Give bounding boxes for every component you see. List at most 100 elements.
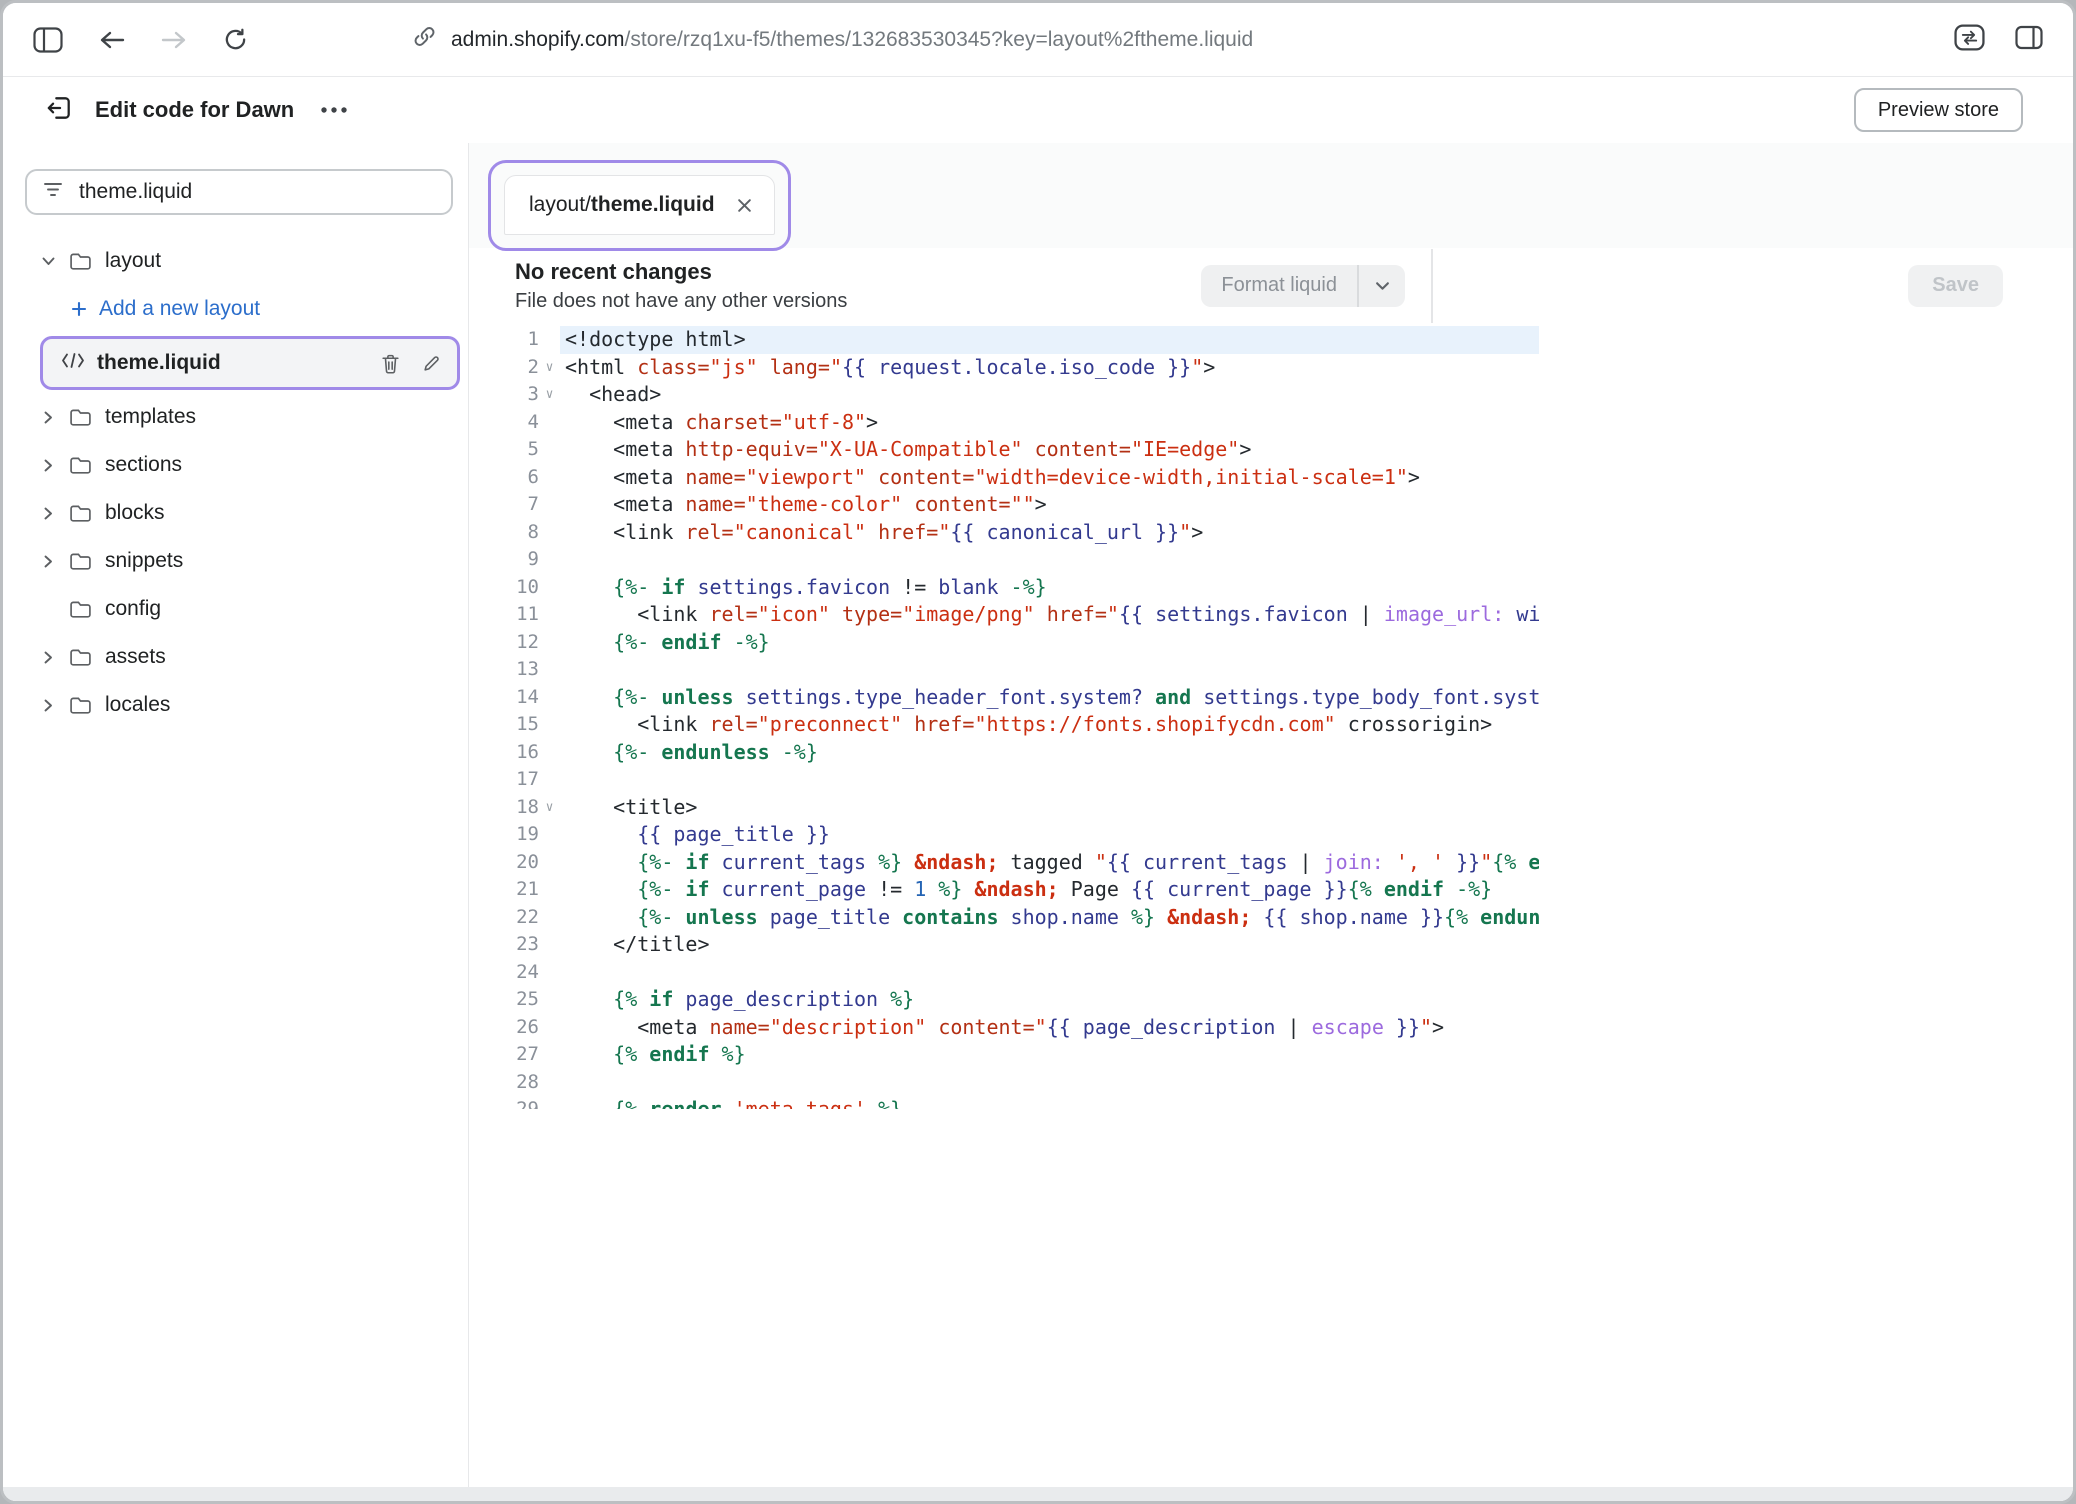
sidebar-item-label: templates xyxy=(105,405,196,429)
code-line[interactable]: 4 <meta charset="utf-8"> xyxy=(489,409,1539,437)
code-line[interactable]: 9 xyxy=(489,546,1539,574)
format-options-chevron-icon[interactable] xyxy=(1359,265,1405,307)
code-line[interactable]: 29 {% render 'meta-tags' %} xyxy=(489,1096,1539,1109)
extensions-icon[interactable] xyxy=(1954,24,1985,56)
chevron-right-icon[interactable] xyxy=(41,699,55,712)
sidebar-item-theme-liquid[interactable]: theme.liquid xyxy=(40,336,460,390)
code-text: {%- if current_page != 1 %} &ndash; Page… xyxy=(560,876,1539,904)
back-icon[interactable] xyxy=(99,29,125,51)
save-button[interactable]: Save xyxy=(1908,265,2003,307)
sidebar-item-assets[interactable]: assets xyxy=(25,633,460,681)
code-line[interactable]: 18∨ <title> xyxy=(489,794,1539,822)
search-input[interactable] xyxy=(77,179,435,205)
code-line[interactable]: 23 </title> xyxy=(489,931,1539,959)
fold-spacer xyxy=(539,409,560,437)
forward-icon[interactable] xyxy=(161,29,187,51)
code-line[interactable]: 12 {%- endif -%} xyxy=(489,629,1539,657)
file-search-box[interactable] xyxy=(25,169,453,215)
reload-icon[interactable] xyxy=(223,27,248,52)
chevron-right-icon[interactable] xyxy=(41,459,55,472)
code-line[interactable]: 17 xyxy=(489,766,1539,794)
code-line[interactable]: 13 xyxy=(489,656,1539,684)
fold-spacer xyxy=(539,491,560,519)
sidebar-item-label: layout xyxy=(105,249,161,273)
code-line[interactable]: 7 <meta name="theme-color" content=""> xyxy=(489,491,1539,519)
code-line[interactable]: 11 <link rel="icon" type="image/png" hre… xyxy=(489,601,1539,629)
fold-spacer xyxy=(539,1069,560,1097)
line-number: 21 xyxy=(489,876,539,904)
chevron-right-icon[interactable] xyxy=(41,651,55,664)
code-text: {%- unless page_title contains shop.name… xyxy=(560,904,1539,932)
code-line[interactable]: 28 xyxy=(489,1069,1539,1097)
fold-spacer xyxy=(539,436,560,464)
exit-icon[interactable] xyxy=(45,94,73,127)
more-actions-icon[interactable] xyxy=(320,106,348,114)
chevron-right-icon[interactable] xyxy=(41,555,55,568)
fold-chevron-icon[interactable]: ∨ xyxy=(539,794,560,822)
chevron-down-icon[interactable] xyxy=(41,257,55,266)
add-new-layout-link[interactable]: Add a new layout xyxy=(25,285,460,333)
sidebar-item-config[interactable]: config xyxy=(25,585,460,633)
line-number: 29 xyxy=(489,1096,539,1109)
code-text: {%- endif -%} xyxy=(560,629,1539,657)
tab-layout-theme-liquid[interactable]: layout/theme.liquid xyxy=(504,175,775,235)
code-line[interactable]: 14 {%- unless settings.type_header_font.… xyxy=(489,684,1539,712)
line-number: 26 xyxy=(489,1014,539,1042)
sidebar-toggle-icon[interactable] xyxy=(33,27,63,53)
close-tab-icon[interactable] xyxy=(737,198,752,213)
code-line[interactable]: 24 xyxy=(489,959,1539,987)
tab-strip: layout/theme.liquid xyxy=(469,143,2073,248)
code-text: <head> xyxy=(560,381,1539,409)
address-bar[interactable]: admin.shopify.com/store/rzq1xu-f5/themes… xyxy=(413,25,1253,54)
rename-file-icon[interactable] xyxy=(422,354,441,373)
code-line[interactable]: 25 {% if page_description %} xyxy=(489,986,1539,1014)
editor-panel: No recent changes File does not have any… xyxy=(469,248,2073,1487)
code-line[interactable]: 8 <link rel="canonical" href="{{ canonic… xyxy=(489,519,1539,547)
sidebar-item-templates[interactable]: templates xyxy=(25,393,460,441)
preview-store-button[interactable]: Preview store xyxy=(1854,88,2023,132)
url-path: /store/rzq1xu-f5/themes/132683530345?key… xyxy=(625,28,1254,51)
fold-spacer xyxy=(539,849,560,877)
code-line[interactable]: 27 {% endif %} xyxy=(489,1041,1539,1069)
status-subtitle: File does not have any other versions xyxy=(515,290,847,313)
code-line[interactable]: 5 <meta http-equiv="X-UA-Compatible" con… xyxy=(489,436,1539,464)
code-line[interactable]: 10 {%- if settings.favicon != blank -%} xyxy=(489,574,1539,602)
code-line[interactable]: 15 <link rel="preconnect" href="https://… xyxy=(489,711,1539,739)
format-liquid-split-button: Format liquid xyxy=(1201,265,1405,307)
line-number: 20 xyxy=(489,849,539,877)
sidebar-item-blocks[interactable]: blocks xyxy=(25,489,460,537)
line-number: 4 xyxy=(489,409,539,437)
chevron-right-icon[interactable] xyxy=(41,411,55,424)
panel-right-icon[interactable] xyxy=(2015,25,2043,55)
code-region[interactable]: 1<!doctype html>2∨<html class="js" lang=… xyxy=(469,323,2073,1109)
fold-spacer xyxy=(539,876,560,904)
code-text: <!doctype html> xyxy=(560,326,1539,354)
code-line[interactable]: 21 {%- if current_page != 1 %} &ndash; P… xyxy=(489,876,1539,904)
code-line[interactable]: 6 <meta name="viewport" content="width=d… xyxy=(489,464,1539,492)
code-line[interactable]: 2∨<html class="js" lang="{{ request.loca… xyxy=(489,354,1539,382)
format-liquid-button[interactable]: Format liquid xyxy=(1201,265,1357,307)
line-number: 16 xyxy=(489,739,539,767)
code-line[interactable]: 26 <meta name="description" content="{{ … xyxy=(489,1014,1539,1042)
code-line[interactable]: 19 {{ page_title }} xyxy=(489,821,1539,849)
sidebar-item-locales[interactable]: locales xyxy=(25,681,460,729)
code-text: <meta name="theme-color" content=""> xyxy=(560,491,1539,519)
fold-chevron-icon[interactable]: ∨ xyxy=(539,381,560,409)
fold-spacer xyxy=(539,1096,560,1109)
line-number: 5 xyxy=(489,436,539,464)
sidebar-item-sections[interactable]: sections xyxy=(25,441,460,489)
code-line[interactable]: 16 {%- endunless -%} xyxy=(489,739,1539,767)
chevron-right-icon[interactable] xyxy=(41,507,55,520)
code-line[interactable]: 20 {%- if current_tags %} &ndash; tagged… xyxy=(489,849,1539,877)
code-text: <meta name="viewport" content="width=dev… xyxy=(560,464,1539,492)
code-line[interactable]: 22 {%- unless page_title contains shop.n… xyxy=(489,904,1539,932)
line-number: 28 xyxy=(489,1069,539,1097)
code-line[interactable]: 3∨ <head> xyxy=(489,381,1539,409)
code-text: <meta http-equiv="X-UA-Compatible" conte… xyxy=(560,436,1539,464)
sidebar-item-label: sections xyxy=(105,453,182,477)
sidebar-item-layout[interactable]: layout xyxy=(25,237,460,285)
sidebar-item-snippets[interactable]: snippets xyxy=(25,537,460,585)
fold-chevron-icon[interactable]: ∨ xyxy=(539,354,560,382)
delete-file-icon[interactable] xyxy=(381,353,400,374)
code-line[interactable]: 1<!doctype html> xyxy=(489,326,1539,354)
